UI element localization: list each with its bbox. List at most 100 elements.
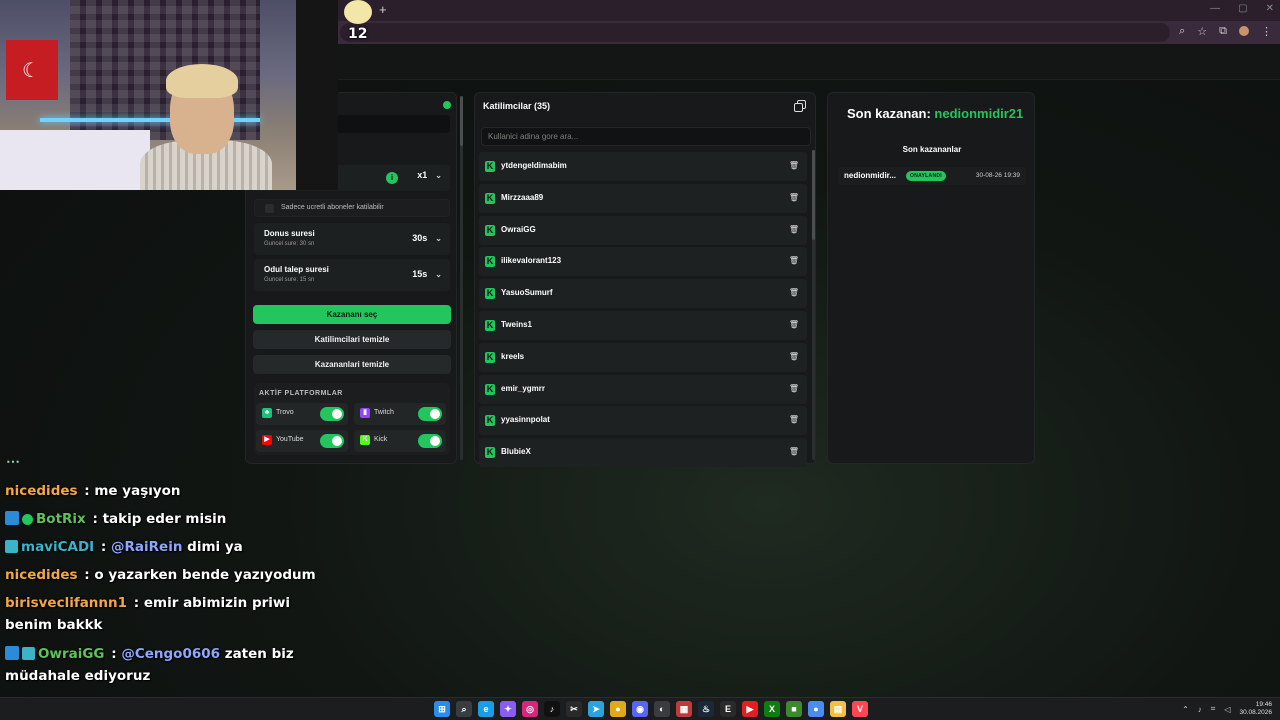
spin-time-subtitle: Guncel sure: 30 sn	[264, 241, 315, 247]
taskbar-epic-icon[interactable]: E	[720, 701, 736, 717]
participant-name: BlubieX	[501, 447, 531, 457]
participant-row: Kilikevalorant123 🗑	[479, 247, 807, 277]
chat-username[interactable]: birisveclifannn1	[5, 595, 127, 611]
participant-search-input[interactable]	[481, 127, 811, 146]
participant-name: YasuoSumurf	[501, 288, 553, 298]
chat-message: maviCADI : @RaiRein dimi ya	[5, 536, 325, 558]
taskbar-capcut-icon[interactable]: ✂	[566, 701, 582, 717]
url-field[interactable]	[340, 23, 1170, 42]
spin-time-select[interactable]: 30s ⌄	[412, 233, 442, 243]
menu-icon[interactable]: ⋮	[1261, 25, 1272, 38]
participant-name: Mirzzaaa89	[501, 192, 544, 202]
taskbar-youtube-icon[interactable]: ▶	[742, 701, 758, 717]
twitch-icon: ▮	[360, 408, 370, 418]
multiplier-select[interactable]: x1 ⌄	[417, 170, 442, 180]
chat-username[interactable]: maviCADI	[21, 539, 94, 555]
clear-participants-button[interactable]: Katilimcilari temizle	[253, 330, 451, 349]
participant-row: K OwraiGG 🗑	[479, 215, 807, 245]
kick-toggle[interactable]	[418, 434, 442, 448]
subscribers-only-checkbox[interactable]	[265, 204, 274, 213]
new-tab-button[interactable]: +	[379, 2, 387, 18]
taskbar-obs-icon[interactable]: ◐	[654, 701, 670, 717]
copy-icon[interactable]	[794, 100, 806, 112]
claim-time-row: Odul talep suresi Guncel sure: 15 sn 15s…	[254, 259, 450, 291]
taskbar-copilot-icon[interactable]: ✦	[500, 701, 516, 717]
kick-icon: K	[485, 415, 495, 427]
taskbar-valorant-icon[interactable]: V	[852, 701, 868, 717]
taskbar-search-icon[interactable]: ⌕	[456, 701, 472, 717]
platform-trovo: ♣ Trovo	[256, 403, 348, 425]
maximize-button[interactable]: ▢	[1238, 3, 1247, 14]
microphone-icon[interactable]: ♪	[1198, 705, 1202, 714]
spin-time-title: Donus suresi	[264, 229, 315, 238]
chevron-down-icon: ⌄	[435, 170, 442, 180]
subscribers-only-row[interactable]: Sadece ucretli aboneler katilabilir	[254, 199, 450, 217]
close-button[interactable]: ✕	[1266, 3, 1274, 14]
taskbar-steam-icon[interactable]: ♨	[698, 701, 714, 717]
volume-icon[interactable]: ◁	[1224, 705, 1230, 714]
taskbar-tiktok-icon[interactable]: ♪	[544, 701, 560, 717]
taskbar-instagram-icon[interactable]: ◎	[522, 701, 538, 717]
taskbar-edge-icon[interactable]: e	[478, 701, 494, 717]
sticker-face	[344, 0, 372, 24]
chat-username[interactable]: nicedides	[5, 567, 78, 583]
taskbar-chrome-icon[interactable]: ●	[610, 701, 626, 717]
taskbar-xbox-icon[interactable]: X	[764, 701, 780, 717]
zoom-icon[interactable]: ⌕	[1179, 25, 1185, 38]
chevron-up-icon[interactable]: ⌃	[1182, 705, 1189, 714]
settings-scroll-thumb[interactable]	[460, 96, 463, 146]
participants-scrollbar[interactable]	[812, 150, 815, 460]
taskbar-calendar-icon[interactable]: ▦	[676, 701, 692, 717]
platform-label: Twitch	[374, 409, 394, 416]
star-icon[interactable]: ☆	[1197, 25, 1207, 38]
status-badge: ONAYLANDI	[906, 171, 946, 181]
trovo-toggle[interactable]	[320, 407, 344, 421]
youtube-toggle[interactable]	[320, 434, 344, 448]
trash-icon[interactable]: 🗑	[789, 415, 799, 424]
taskbar-telegram-icon[interactable]: ➤	[588, 701, 604, 717]
taskbar-start-icon[interactable]: ⊞	[434, 701, 450, 717]
clear-winners-button[interactable]: Kazananlari temizle	[253, 355, 451, 374]
trash-icon[interactable]: 🗑	[789, 225, 799, 234]
profile-avatar[interactable]	[1239, 26, 1249, 36]
trash-icon[interactable]: 🗑	[789, 288, 799, 297]
trash-icon[interactable]: 🗑	[789, 352, 799, 361]
settings-scrollbar[interactable]	[460, 96, 463, 460]
network-icon[interactable]: ⌗	[1211, 704, 1216, 714]
participants-scroll-thumb[interactable]	[812, 150, 815, 240]
trash-icon[interactable]: 🗑	[789, 193, 799, 202]
minimize-button[interactable]: —	[1210, 3, 1220, 14]
extensions-icon[interactable]: ⧉	[1219, 25, 1227, 38]
chat-cut-message: ⋯	[6, 460, 20, 469]
webcam-door	[296, 0, 338, 190]
taskbar-chrome-active-icon[interactable]: ●	[808, 701, 824, 717]
kick-icon: K	[485, 161, 495, 172]
taskbar-minecraft-icon[interactable]: ■	[786, 701, 802, 717]
address-icons: ⌕ ☆ ⧉ ⋮	[1179, 25, 1272, 38]
pick-winner-button[interactable]: Kazananı seç	[253, 305, 451, 324]
status-indicator	[443, 101, 451, 109]
platform-label: Kick	[374, 436, 388, 443]
kick-icon: K	[485, 288, 495, 300]
chat-mention: @Cengo0606	[121, 646, 221, 662]
taskbar-discord-icon[interactable]: ◉	[632, 701, 648, 717]
webcam-flag-star: ☾	[22, 60, 40, 82]
recent-winners-title: Son kazananlar	[902, 145, 962, 154]
spin-time-value: 30s	[412, 233, 428, 243]
window-controls: — ▢ ✕	[1210, 3, 1274, 14]
chat-username[interactable]: BotRix	[36, 511, 86, 527]
chat-username[interactable]: nicedides	[5, 483, 78, 499]
trash-icon[interactable]: 🗑	[789, 384, 799, 393]
trash-icon[interactable]: 🗑	[789, 447, 799, 456]
clock[interactable]: 19:46 30.08.2026	[1239, 701, 1272, 717]
winner-history-name: nedionmidir...	[844, 171, 897, 180]
claim-time-select[interactable]: 15s ⌄	[412, 269, 442, 279]
trash-icon[interactable]: 🗑	[789, 320, 799, 329]
chat-username[interactable]: OwraiGG	[38, 646, 105, 662]
trash-icon[interactable]: 🗑	[789, 161, 799, 170]
trash-icon[interactable]: 🗑	[789, 256, 799, 265]
winner-panel: Son kazanan: nedionmidir21 Son kazananla…	[827, 92, 1035, 464]
taskbar-files-icon[interactable]: ▤	[830, 701, 846, 717]
twitch-toggle[interactable]	[418, 407, 442, 421]
info-icon[interactable]: i	[386, 172, 398, 184]
